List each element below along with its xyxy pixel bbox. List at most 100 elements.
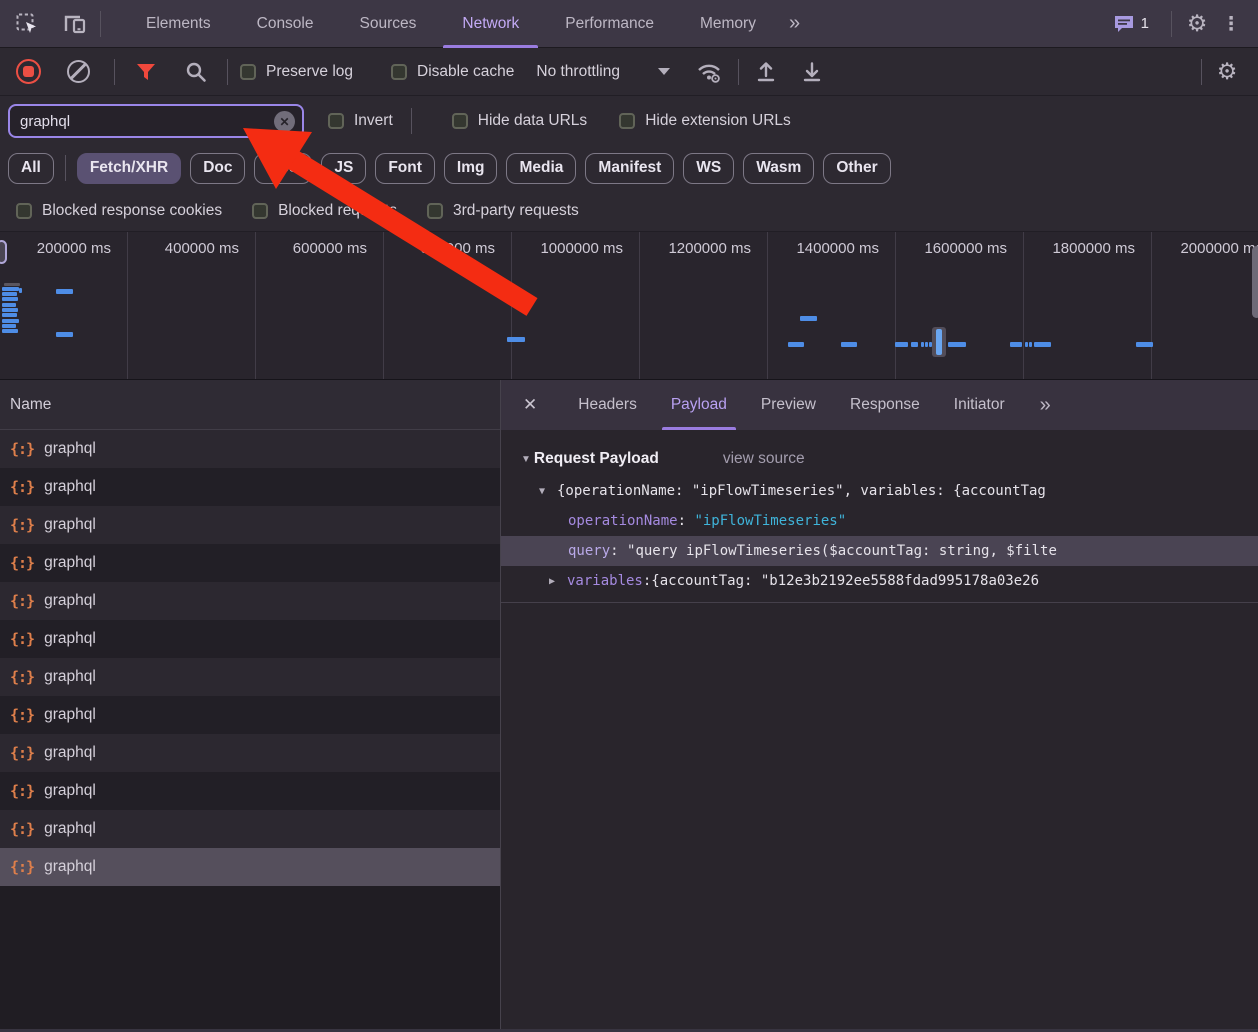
- request-row[interactable]: {:}graphql: [0, 620, 500, 658]
- more-tabs-icon[interactable]: »: [779, 12, 808, 35]
- device-toolbar-icon-glyph: [62, 12, 88, 36]
- request-row[interactable]: {:}graphql: [0, 696, 500, 734]
- request-row[interactable]: {:}graphql: [0, 772, 500, 810]
- network-panels: Name {:}graphql{:}graphql{:}graphql{:}gr…: [0, 380, 1258, 1032]
- clear-filter-icon[interactable]: ✕: [274, 111, 295, 132]
- view-source-link[interactable]: view source: [723, 450, 805, 468]
- waterfall-bar: [1034, 342, 1051, 347]
- disable-cache-checkbox[interactable]: Disable cache: [391, 63, 514, 81]
- details-more-tabs-icon[interactable]: »: [1030, 394, 1059, 417]
- inspect-element-icon[interactable]: [10, 7, 44, 41]
- payload-variables-line[interactable]: ▶ variables: {accountTag: "b12e3b2192ee5…: [501, 566, 1258, 596]
- search-icon[interactable]: [179, 55, 213, 89]
- invert-checkbox[interactable]: Invert: [328, 112, 393, 130]
- request-name: graphql: [44, 706, 96, 724]
- payload-query-line-selected[interactable]: query: "query ipFlowTimeseries($accountT…: [501, 536, 1258, 566]
- tab-performance[interactable]: Performance: [542, 0, 677, 48]
- hide-extension-urls-checkbox[interactable]: Hide extension URLs: [619, 112, 791, 130]
- preserve-log-checkbox[interactable]: Preserve log: [240, 63, 353, 81]
- blocked-response-cookies-checkbox[interactable]: Blocked response cookies: [16, 202, 222, 220]
- details-tab-preview[interactable]: Preview: [744, 380, 833, 430]
- payload-divider: [501, 602, 1258, 603]
- request-row[interactable]: {:}graphql: [0, 430, 500, 468]
- issues-button[interactable]: 1: [1113, 14, 1149, 34]
- device-toolbar-icon[interactable]: [58, 7, 92, 41]
- tab-sources[interactable]: Sources: [337, 0, 440, 48]
- json-braces-icon: {:}: [10, 630, 34, 648]
- 3rd-party-requests-checkbox[interactable]: 3rd-party requests: [427, 202, 579, 220]
- network-conditions-icon[interactable]: [692, 55, 726, 89]
- filter-chip-img[interactable]: Img: [444, 153, 498, 184]
- filter-chip-wasm[interactable]: Wasm: [743, 153, 814, 184]
- hide-data-urls-checkbox[interactable]: Hide data URLs: [452, 112, 587, 130]
- payload-key: operationName: [568, 513, 678, 529]
- export-har-icon[interactable]: [795, 55, 829, 89]
- waterfall-bar: [2, 292, 17, 296]
- filter-chip-css[interactable]: CSS: [254, 153, 312, 184]
- filter-chip-font[interactable]: Font: [375, 153, 435, 184]
- json-braces-icon: {:}: [10, 744, 34, 762]
- ruler-tick: 2000000 ms: [1152, 232, 1258, 379]
- filter-chip-media[interactable]: Media: [506, 153, 576, 184]
- settings-gear-icon[interactable]: ⚙: [1180, 7, 1214, 41]
- details-tab-payload[interactable]: Payload: [654, 380, 744, 430]
- filter-chip-other[interactable]: Other: [823, 153, 890, 184]
- filter-input[interactable]: graphql ✕: [8, 104, 304, 138]
- filter-chip-manifest[interactable]: Manifest: [585, 153, 674, 184]
- request-row[interactable]: {:}graphql: [0, 734, 500, 772]
- checkbox-box: [16, 203, 32, 219]
- details-tab-headers[interactable]: Headers: [561, 380, 654, 430]
- blocked-response-cookies-label: Blocked response cookies: [42, 202, 222, 220]
- network-overview-timeline[interactable]: 200000 ms400000 ms600000 ms800000 ms1000…: [0, 232, 1258, 380]
- request-row[interactable]: {:}graphql: [0, 810, 500, 848]
- expand-triangle-icon[interactable]: ▼: [539, 486, 557, 497]
- ruler-tick: 200000 ms: [0, 232, 128, 379]
- request-row[interactable]: {:}graphql: [0, 506, 500, 544]
- tab-elements[interactable]: Elements: [123, 0, 234, 48]
- tab-console[interactable]: Console: [234, 0, 337, 48]
- overview-scrollbar[interactable]: [1252, 246, 1258, 318]
- request-name: graphql: [44, 516, 96, 534]
- request-row[interactable]: {:}graphql: [0, 658, 500, 696]
- kebab-menu-icon[interactable]: ⋮: [1214, 7, 1248, 41]
- record-button[interactable]: [16, 59, 41, 84]
- waterfall-bar: [2, 319, 19, 323]
- payload-preview-line[interactable]: ▼ {operationName: "ipFlowTimeseries", va…: [501, 476, 1258, 506]
- clear-network-log-icon[interactable]: [67, 60, 90, 83]
- blocked-requests-checkbox[interactable]: Blocked requests: [252, 202, 397, 220]
- request-row[interactable]: {:}graphql: [0, 848, 500, 886]
- upload-glyph: [754, 60, 778, 84]
- tab-network[interactable]: Network: [439, 0, 542, 48]
- filter-chip-fetch-xhr[interactable]: Fetch/XHR: [77, 153, 181, 184]
- details-tab-initiator[interactable]: Initiator: [937, 380, 1022, 430]
- throttling-select[interactable]: No throttling: [536, 63, 670, 81]
- details-tab-response[interactable]: Response: [833, 380, 937, 430]
- import-har-icon[interactable]: [749, 55, 783, 89]
- payload-value: "query ipFlowTimeseries($accountTag: str…: [627, 543, 1057, 559]
- tab-memory[interactable]: Memory: [677, 0, 779, 48]
- filter-funnel-icon[interactable]: [129, 55, 163, 89]
- checkbox-box: [240, 64, 256, 80]
- close-details-icon[interactable]: ✕: [523, 395, 537, 415]
- name-column-header[interactable]: Name: [0, 380, 500, 430]
- overview-left-handle[interactable]: [0, 240, 7, 264]
- hide-data-urls-label: Hide data URLs: [478, 112, 587, 130]
- devtools-tabbar: ElementsConsoleSourcesNetworkPerformance…: [0, 0, 1258, 48]
- expand-triangle-icon[interactable]: ▶: [549, 576, 567, 587]
- payload-operation-name-line[interactable]: operationName: "ipFlowTimeseries": [501, 506, 1258, 536]
- request-row[interactable]: {:}graphql: [0, 468, 500, 506]
- filter-chip-js[interactable]: JS: [321, 153, 366, 184]
- request-row[interactable]: {:}graphql: [0, 582, 500, 620]
- network-toolbar: Preserve log Disable cache No throttling: [0, 48, 1258, 96]
- request-row[interactable]: {:}graphql: [0, 544, 500, 582]
- network-settings-gear-icon[interactable]: ⚙: [1210, 55, 1244, 89]
- waterfall-bar: [2, 329, 18, 333]
- payload-preview-text: {operationName: "ipFlowTimeseries", vari…: [557, 483, 1046, 499]
- filter-chip-ws[interactable]: WS: [683, 153, 734, 184]
- waterfall-bar: [507, 337, 525, 342]
- waterfall-bar: [911, 342, 918, 347]
- filter-input-value: graphql: [10, 113, 70, 130]
- collapse-triangle-icon[interactable]: ▼: [521, 454, 531, 465]
- filter-chip-all[interactable]: All: [8, 153, 54, 184]
- filter-chip-doc[interactable]: Doc: [190, 153, 245, 184]
